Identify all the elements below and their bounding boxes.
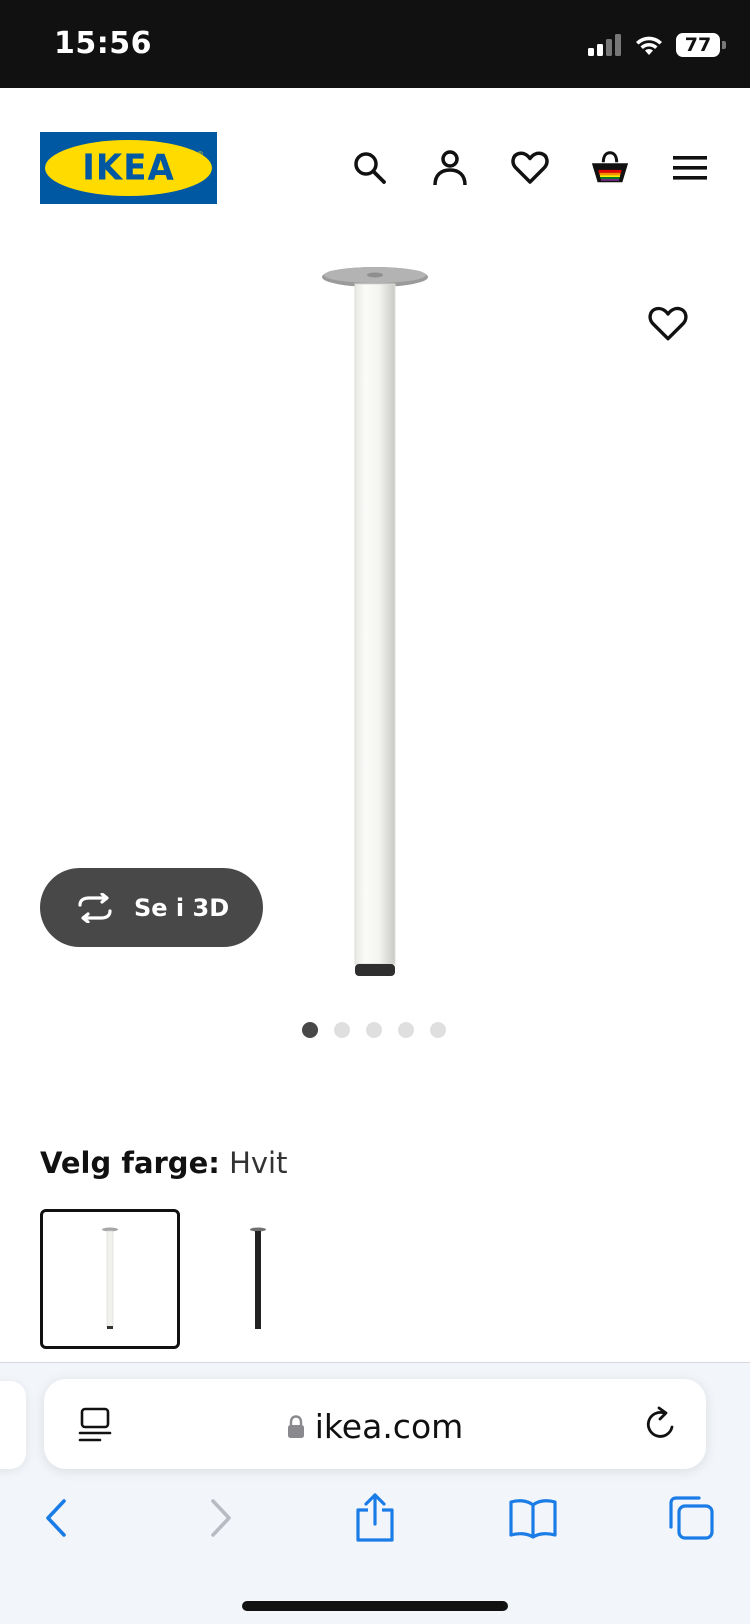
forward-icon[interactable] xyxy=(195,1493,245,1543)
url-display[interactable]: ikea.com xyxy=(44,1407,706,1447)
back-icon[interactable] xyxy=(32,1493,82,1543)
url-text: ikea.com xyxy=(314,1407,464,1446)
product-gallery[interactable]: Se i 3D xyxy=(0,248,750,1058)
lock-icon xyxy=(287,1414,304,1438)
view-in-3d-button[interactable]: Se i 3D xyxy=(40,868,263,947)
basket-icon[interactable] xyxy=(590,148,630,188)
heart-icon[interactable] xyxy=(510,148,550,188)
reload-icon[interactable] xyxy=(642,1405,680,1443)
bookmarks-icon[interactable] xyxy=(508,1493,558,1543)
ikea-logo[interactable]: IKEA ® xyxy=(40,132,217,204)
product-image-table-leg xyxy=(322,267,428,976)
choose-color-label: Velg farge: xyxy=(40,1146,220,1180)
logo-text: IKEA xyxy=(82,147,175,189)
menu-icon[interactable] xyxy=(670,148,710,188)
status-icons: 77 xyxy=(588,30,726,60)
swatch-image-white-leg xyxy=(102,1227,118,1329)
gallery-dot-1[interactable] xyxy=(302,1022,318,1038)
address-bar[interactable]: ikea.com xyxy=(44,1379,706,1469)
tabs-icon[interactable] xyxy=(666,1493,716,1543)
gallery-dot-2[interactable] xyxy=(334,1022,350,1038)
gallery-dot-4[interactable] xyxy=(398,1022,414,1038)
site-header: IKEA ® xyxy=(0,88,750,248)
rotate-3d-icon xyxy=(78,892,112,923)
view-in-3d-label: Se i 3D xyxy=(134,893,230,922)
browser-bottom-bar: ikea.com xyxy=(0,1362,750,1624)
selected-color-value: Hvit xyxy=(229,1146,288,1180)
swatch-image-black-leg xyxy=(250,1227,266,1329)
gallery-pagination xyxy=(302,1022,446,1038)
color-selector-label: Velg farge: Hvit xyxy=(40,1146,287,1180)
gallery-dot-3[interactable] xyxy=(366,1022,382,1038)
wifi-icon xyxy=(636,36,662,55)
battery-indicator: 77 xyxy=(676,33,726,57)
status-bar: 15:56 77 xyxy=(0,0,750,88)
home-indicator xyxy=(242,1601,508,1611)
gallery-dot-5[interactable] xyxy=(430,1022,446,1038)
add-to-favourites-icon[interactable] xyxy=(648,306,692,350)
color-swatch-black[interactable] xyxy=(188,1209,328,1349)
logo-oval: IKEA xyxy=(45,140,212,196)
cellular-signal-icon xyxy=(588,34,621,56)
account-icon[interactable] xyxy=(430,148,470,188)
share-icon[interactable] xyxy=(350,1493,400,1543)
color-swatch-white[interactable] xyxy=(40,1209,180,1349)
status-time: 15:56 xyxy=(54,26,152,61)
previous-tab-peek[interactable] xyxy=(0,1381,26,1469)
search-icon[interactable] xyxy=(350,148,390,188)
battery-level: 77 xyxy=(684,34,712,56)
